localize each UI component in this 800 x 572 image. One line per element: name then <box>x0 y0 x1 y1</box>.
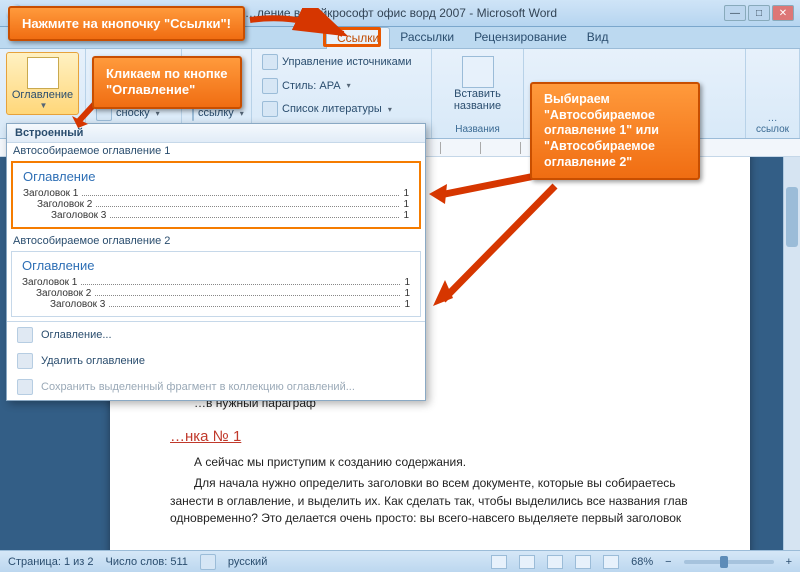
manage-sources-button[interactable]: Управление источниками <box>258 52 425 72</box>
doc-line: Для начала нужно определить заголовки во… <box>170 475 690 527</box>
toc-option-1[interactable]: Оглавление Заголовок 11 Заголовок 21 Заг… <box>11 161 421 229</box>
tab-review[interactable]: Рецензирование <box>464 27 577 48</box>
toc-icon <box>17 327 33 343</box>
status-zoom[interactable]: 68% <box>631 556 653 568</box>
tab-view[interactable]: Вид <box>577 27 619 48</box>
status-word-count[interactable]: Число слов: 511 <box>106 556 188 568</box>
doc-line: А сейчас мы приступим к созданию содержа… <box>170 454 690 471</box>
toc-option-2[interactable]: Оглавление Заголовок 11 Заголовок 21 Заг… <box>11 251 421 317</box>
group-captions-label: Названия <box>438 123 517 136</box>
toc-gallery: Встроенный Автособираемое оглавление 1 О… <box>6 123 426 401</box>
tab-links[interactable]: Ссылки <box>326 27 390 49</box>
vertical-scrollbar[interactable] <box>783 157 800 550</box>
doc-heading: …нка № 1 <box>170 426 690 448</box>
chevron-down-icon: ▼ <box>40 101 48 110</box>
remove-icon <box>17 353 33 369</box>
menu-insert-toc[interactable]: Оглавление... <box>7 322 425 348</box>
zoom-slider[interactable] <box>684 560 774 564</box>
tab-mailings[interactable]: Рассылки <box>390 27 464 48</box>
menu-save-selection: Сохранить выделенный фрагмент в коллекци… <box>7 374 425 400</box>
view-web-icon[interactable] <box>547 555 563 569</box>
scrollbar-thumb[interactable] <box>786 187 798 247</box>
toc-preview-heading: Оглавление <box>22 258 410 273</box>
maximize-button[interactable]: □ <box>748 5 770 21</box>
style-icon <box>262 78 278 94</box>
view-print-layout-icon[interactable] <box>491 555 507 569</box>
gallery-header: Встроенный <box>7 124 425 143</box>
status-page[interactable]: Страница: 1 из 2 <box>8 556 94 568</box>
status-language[interactable]: русский <box>228 556 267 568</box>
insert-caption-button[interactable]: Вставить название <box>438 52 517 116</box>
bibliography-button[interactable]: Список литературы▾ <box>258 99 425 119</box>
caption-icon <box>462 56 494 88</box>
view-draft-icon[interactable] <box>603 555 619 569</box>
citation-style-button[interactable]: Стиль: APA▾ <box>258 76 425 96</box>
minimize-button[interactable]: — <box>724 5 746 21</box>
sources-icon <box>262 54 278 70</box>
toc-option-2-title: Автособираемое оглавление 2 <box>7 233 425 247</box>
toc-button[interactable]: Оглавление ▼ <box>6 52 79 115</box>
zoom-in-button[interactable]: + <box>786 556 792 568</box>
toc-button-label: Оглавление <box>12 89 73 101</box>
toc-icon <box>27 57 59 89</box>
save-selection-icon <box>17 379 33 395</box>
group-index-label: …ссылок <box>752 112 793 136</box>
toc-option-1-title: Автособираемое оглавление 1 <box>7 143 425 157</box>
toc-gallery-menu: Оглавление... Удалить оглавление Сохрани… <box>7 321 425 400</box>
status-proofing-icon[interactable] <box>200 554 216 570</box>
bibliography-icon <box>262 101 278 117</box>
callout-3: Выбираем "Автособираемое оглавление 1" и… <box>530 82 700 180</box>
toc-preview-heading: Оглавление <box>23 169 409 184</box>
callout-1: Нажмите на кнопочку "Ссылки"! <box>8 6 245 41</box>
status-bar: Страница: 1 из 2 Число слов: 511 русский… <box>0 550 800 572</box>
view-outline-icon[interactable] <box>575 555 591 569</box>
menu-remove-toc[interactable]: Удалить оглавление <box>7 348 425 374</box>
zoom-slider-knob[interactable] <box>720 556 728 568</box>
view-reading-icon[interactable] <box>519 555 535 569</box>
zoom-out-button[interactable]: − <box>665 556 671 568</box>
close-button[interactable]: ✕ <box>772 5 794 21</box>
callout-2: Кликаем по кнопке"Оглавление" <box>92 56 242 109</box>
